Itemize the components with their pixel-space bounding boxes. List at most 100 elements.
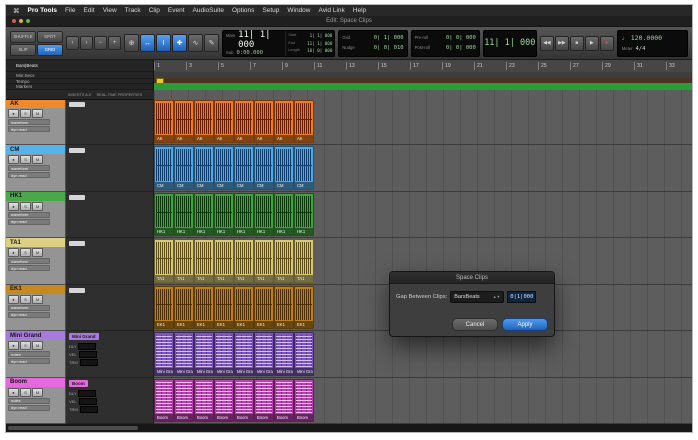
track-view-selector[interactable]: notes	[8, 351, 50, 357]
automation-mode-selector[interactable]: dyn read	[8, 219, 50, 225]
menu-item-event[interactable]: Event	[168, 7, 185, 14]
grid-nudge-display[interactable]: Grid0| 1| 000 Nudge0| 0| 010	[338, 30, 407, 57]
track-inserts-ek1[interactable]	[66, 285, 153, 331]
clip[interactable]: AK	[294, 100, 314, 143]
automation-mode-selector[interactable]: dyn read	[8, 172, 50, 178]
rewind-button[interactable]: ◀◀	[540, 36, 554, 51]
solo-button[interactable]: S	[20, 248, 31, 257]
clip[interactable]: TA1	[194, 239, 214, 282]
track-name-hk1[interactable]: HK1	[6, 192, 65, 201]
main-counter[interactable]: Main 11| 1| 000 Sub 0:00.000 Start1| 1| …	[222, 30, 335, 57]
menu-item-view[interactable]: View	[103, 7, 117, 14]
mute-button[interactable]: M	[32, 295, 43, 304]
clip[interactable]: HK1	[154, 193, 174, 236]
pre-roll-value[interactable]: 0| 0| 000	[446, 35, 476, 41]
clip[interactable]: HK1	[174, 193, 194, 236]
clip[interactable]: Boom	[194, 379, 214, 422]
clip[interactable]: HK1	[194, 193, 214, 236]
apple-menu-icon[interactable]: ⌘	[13, 7, 20, 15]
track-lane-cm[interactable]: CMCMCMCMCMCMCMCM	[154, 145, 692, 191]
clip[interactable]: AK	[234, 100, 254, 143]
menu-item-edit[interactable]: Edit	[83, 7, 94, 14]
dialog-title[interactable]: Space Clips	[390, 272, 554, 284]
clip[interactable]: HK1	[254, 193, 274, 236]
track-name-cm[interactable]: CM	[6, 145, 65, 154]
solo-button[interactable]: S	[20, 202, 31, 211]
track-view-selector[interactable]: waveform	[8, 258, 50, 264]
clip[interactable]: Boom	[174, 379, 194, 422]
record-enable-button[interactable]: ●	[8, 248, 19, 257]
mute-button[interactable]: M	[32, 388, 43, 397]
clip[interactable]: CM	[294, 146, 314, 189]
rtp-value-box[interactable]	[80, 359, 98, 366]
automation-mode-selector[interactable]: dyn read	[8, 312, 50, 318]
track-lane-boom[interactable]: BoomBoomBoomBoomBoomBoomBoomBoom	[154, 378, 692, 424]
clip[interactable]: Boom	[214, 379, 234, 422]
gap-value-field[interactable]: 0|1|000	[507, 291, 536, 303]
track-inserts-mini-grand[interactable]: Mini GrandDLYVELTRM	[66, 331, 153, 377]
scrubber-tool[interactable]: ∿	[188, 34, 203, 52]
clip[interactable]: Boom	[154, 379, 174, 422]
track-controls-boom[interactable]: Boom●SMnotesdyn read	[6, 378, 65, 424]
menu-item-clip[interactable]: Clip	[149, 7, 160, 14]
mute-button[interactable]: M	[32, 202, 43, 211]
clip[interactable]: AK	[254, 100, 274, 143]
clip[interactable]: Mini Grand	[194, 332, 214, 375]
clip[interactable]: CM	[154, 146, 174, 189]
horizontal-scroll-thumb[interactable]	[8, 426, 138, 430]
clip[interactable]: EK1	[254, 286, 274, 329]
clip[interactable]: CM	[254, 146, 274, 189]
grabber-tool[interactable]: ✚	[172, 34, 187, 52]
track-view-selector[interactable]: waveform	[8, 305, 50, 311]
track-name-boom[interactable]: Boom	[6, 378, 65, 387]
track-controls-ak[interactable]: AK●SMwaveformdyn read	[6, 99, 65, 145]
clip[interactable]: Boom	[234, 379, 254, 422]
minimize-window-icon[interactable]	[19, 19, 23, 23]
clip[interactable]: AK	[154, 100, 174, 143]
menu-item-options[interactable]: Options	[232, 7, 254, 14]
end-value[interactable]: 11| 1| 000	[307, 41, 332, 46]
tempo-ruler[interactable]	[154, 83, 692, 90]
clip[interactable]: Mini Grand	[154, 332, 174, 375]
clip[interactable]: CM	[174, 146, 194, 189]
menu-item-pro-tools[interactable]: Pro Tools	[28, 7, 58, 14]
record-enable-button[interactable]: ●	[8, 341, 19, 350]
window-controls[interactable]	[12, 19, 30, 23]
clip[interactable]: HK1	[234, 193, 254, 236]
menu-item-setup[interactable]: Setup	[262, 7, 279, 14]
clip[interactable]: CM	[194, 146, 214, 189]
clip[interactable]: HK1	[294, 193, 314, 236]
automation-mode-selector[interactable]: dyn read	[8, 126, 50, 132]
fast-forward-button[interactable]: ▶▶	[555, 36, 569, 51]
trim-tool[interactable]: ↔	[140, 34, 155, 52]
zoom-out-button[interactable]: ‹	[66, 36, 79, 50]
track-inserts-hk1[interactable]	[66, 192, 153, 238]
insert-slot[interactable]	[69, 241, 85, 246]
play-button[interactable]: ▶	[585, 36, 599, 51]
clip[interactable]: EK1	[274, 286, 294, 329]
record-button[interactable]: ●	[600, 36, 614, 51]
clip[interactable]: TA1	[274, 239, 294, 282]
track-view-selector[interactable]: waveform	[8, 119, 50, 125]
meter-value[interactable]: 4/4	[635, 46, 645, 52]
close-window-icon[interactable]	[12, 19, 16, 23]
track-name-ek1[interactable]: EK1	[6, 285, 65, 294]
zoom-horizontal-button[interactable]: −	[94, 36, 107, 50]
automation-mode-selector[interactable]: dyn read	[8, 358, 50, 364]
pencil-tool[interactable]: ✎	[204, 34, 219, 52]
gap-units-dropdown[interactable]: BarsBeats ▲▼	[450, 291, 504, 303]
track-inserts-ak[interactable]	[66, 99, 153, 145]
insert-slot[interactable]	[69, 288, 85, 293]
record-enable-button[interactable]: ●	[8, 202, 19, 211]
clip[interactable]: Boom	[274, 379, 294, 422]
mute-button[interactable]: M	[32, 109, 43, 118]
insert-slot[interactable]	[69, 148, 85, 153]
grid-value[interactable]: 0| 1| 000	[374, 35, 404, 41]
mute-button[interactable]: M	[32, 155, 43, 164]
rtp-value-box[interactable]	[78, 343, 96, 350]
insert-slot[interactable]	[69, 195, 85, 200]
ruler-name-bars-beats[interactable]: Bars|Beats	[6, 60, 153, 72]
track-controls-cm[interactable]: CM●SMwaveformdyn read	[6, 145, 65, 191]
zoom-in-button[interactable]: ›	[80, 36, 93, 50]
menu-item-file[interactable]: File	[65, 7, 75, 14]
